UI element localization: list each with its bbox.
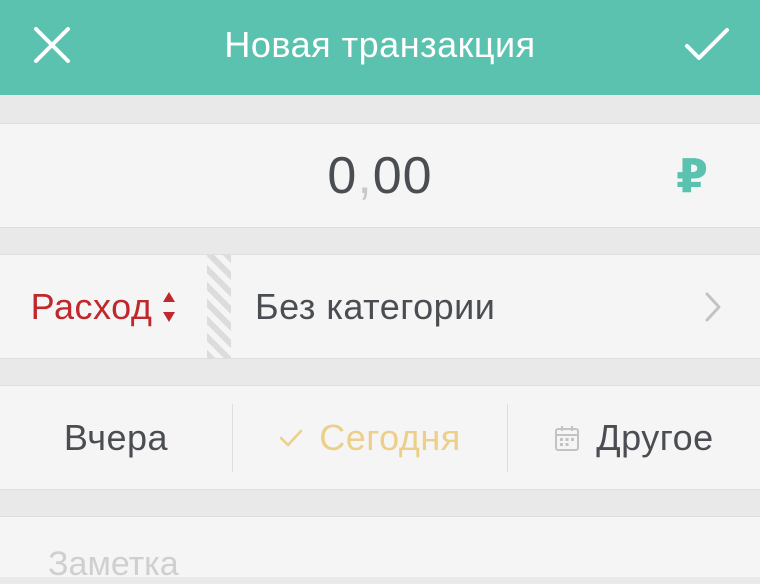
save-button[interactable]: [676, 18, 738, 72]
transaction-type-label: Расход: [30, 285, 153, 327]
sort-arrows-icon: [163, 291, 176, 322]
date-selector: Вчера Сегодня Другое: [0, 385, 760, 490]
date-option-today-label: Сегодня: [319, 416, 461, 458]
ruble-icon: ₽: [675, 150, 708, 202]
date-option-other-label: Другое: [596, 416, 714, 458]
type-category-row: Расход Без категории: [0, 254, 760, 359]
amount-separator: ,: [357, 146, 373, 205]
calendar-icon: [554, 424, 580, 452]
chevron-right-icon: [705, 292, 721, 322]
transaction-type-toggle[interactable]: Расход: [0, 255, 207, 358]
currency-button[interactable]: ₽: [668, 150, 716, 202]
divider-stripes: [207, 255, 231, 358]
checkmark-icon: [685, 28, 729, 60]
category-selector[interactable]: Без категории: [231, 255, 760, 358]
date-option-yesterday-label: Вчера: [63, 416, 169, 458]
amount-field[interactable]: 0, 00: [0, 124, 760, 227]
nav-bar: Новая транзакция: [0, 0, 760, 95]
category-label: Без категории: [255, 285, 496, 327]
date-option-other[interactable]: Другое: [508, 386, 760, 489]
amount-fraction: 00: [372, 146, 433, 205]
page-title: Новая транзакция: [224, 24, 536, 65]
note-row: [0, 516, 760, 584]
check-icon: [279, 429, 303, 447]
amount-row: 0, 00 ₽: [0, 123, 760, 228]
note-input[interactable]: [48, 545, 648, 584]
date-option-yesterday[interactable]: Вчера: [0, 386, 232, 489]
amount-integer: 0: [327, 146, 358, 205]
date-option-today[interactable]: Сегодня: [233, 386, 507, 489]
